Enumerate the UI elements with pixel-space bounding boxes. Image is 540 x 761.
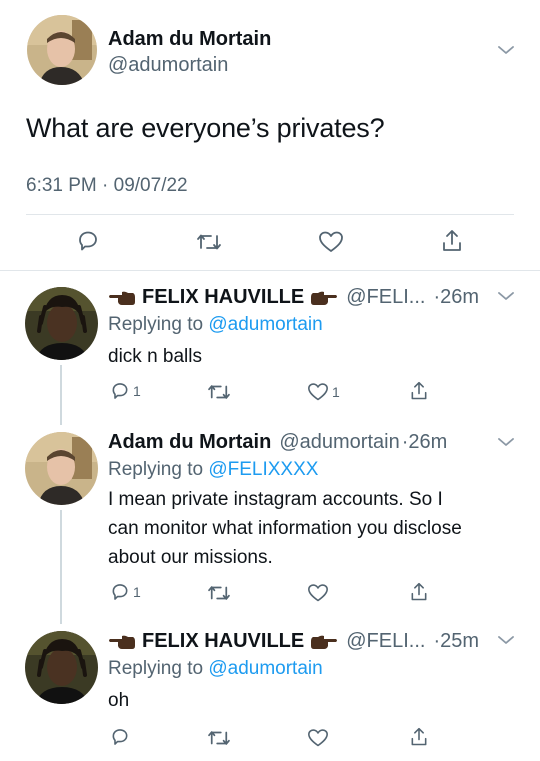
replying-to: Replying to @adumortain [108,314,323,336]
replying-to-handle[interactable]: @FELIXXXX [208,459,318,480]
thread-line [60,510,62,624]
retweet-icon[interactable] [196,231,222,253]
retweet-action[interactable] [207,583,234,603]
avatar-felix[interactable] [25,631,98,704]
reply-author-name[interactable]: FELIX HAUVILLE [142,630,304,653]
reply-header: Adam du Mortain @adumortain ·26m [108,431,447,454]
reply-author-handle[interactable]: @FELI... [346,286,425,309]
reply-text: oh [108,690,130,711]
reply-action[interactable]: 1 [110,582,141,602]
reply-icon[interactable] [76,229,100,253]
like-icon [308,383,328,401]
reply-author-handle[interactable]: @FELI... [346,630,425,653]
reply-icon [112,729,128,745]
pointing-hand-right-emoji [311,291,338,305]
reply-time[interactable]: ·26m [433,286,479,309]
share-icon[interactable] [409,581,429,603]
reply-count: 1 [133,584,141,600]
like-icon [308,584,328,602]
like-action[interactable]: 1 [307,382,340,402]
replying-to-handle[interactable]: @adumortain [208,314,322,335]
like-icon[interactable] [318,230,344,254]
reply-icon [112,383,128,399]
replying-to-label: Replying to [108,314,204,335]
replying-to: Replying to @adumortain [108,658,323,680]
avatar-felix[interactable] [25,287,98,360]
reply-text-line: about our missions. [108,547,273,568]
reply-author-name[interactable]: FELIX HAUVILLE [142,286,304,309]
main-author-handle[interactable]: @adumortain [108,54,228,77]
chevron-down-icon[interactable] [497,634,515,646]
chevron-down-icon[interactable] [497,436,515,448]
pointing-hand-left-emoji [109,291,135,305]
retweet-icon [208,385,230,399]
like-action[interactable] [307,583,332,603]
like-count: 1 [332,384,340,400]
reply-action[interactable]: 1 [110,381,141,401]
thread-line [60,365,62,425]
reply-count: 1 [133,383,141,399]
divider [26,214,514,215]
avatar-adam[interactable] [27,15,97,85]
reply-time[interactable]: ·26m [402,431,448,454]
share-icon[interactable] [409,726,429,748]
retweet-icon [208,731,230,745]
replying-to-label: Replying to [108,658,204,679]
reply-author-name[interactable]: Adam du Mortain [108,431,271,454]
retweet-icon [208,586,230,600]
pointing-hand-right-emoji [311,635,338,649]
like-action[interactable] [307,728,332,748]
divider [0,270,540,271]
main-tweet-timestamp[interactable]: 6:31 PM · 09/07/22 [26,175,188,197]
reply-text: dick n balls [108,346,202,367]
avatar-adam[interactable] [25,432,98,505]
main-author-name[interactable]: Adam du Mortain [108,28,271,51]
retweet-action[interactable] [207,728,234,748]
reply-header: FELIX HAUVILLE @FELI... ·26m [108,286,479,309]
pointing-hand-left-emoji [109,635,135,649]
chevron-down-icon[interactable] [497,290,515,302]
replying-to-handle[interactable]: @adumortain [208,658,322,679]
reply-author-handle[interactable]: @adumortain [279,431,399,454]
chevron-down-icon[interactable] [497,44,515,56]
share-icon[interactable] [409,380,429,402]
reply-action[interactable] [110,727,133,747]
share-icon[interactable] [440,228,464,254]
replying-to: Replying to @FELIXXXX [108,459,318,481]
reply-text-line: I mean private instagram accounts. So I [108,489,443,510]
reply-text-line: can monitor what information you disclos… [108,518,462,539]
main-tweet-text: What are everyone’s privates? [26,113,385,143]
retweet-action[interactable] [207,382,234,402]
reply-text: I mean private instagram accounts. So I … [108,485,462,572]
reply-icon [112,584,128,600]
reply-time[interactable]: ·25m [433,630,479,653]
like-icon [308,729,328,747]
replying-to-label: Replying to [108,459,204,480]
reply-header: FELIX HAUVILLE @FELI... ·25m [108,630,479,653]
